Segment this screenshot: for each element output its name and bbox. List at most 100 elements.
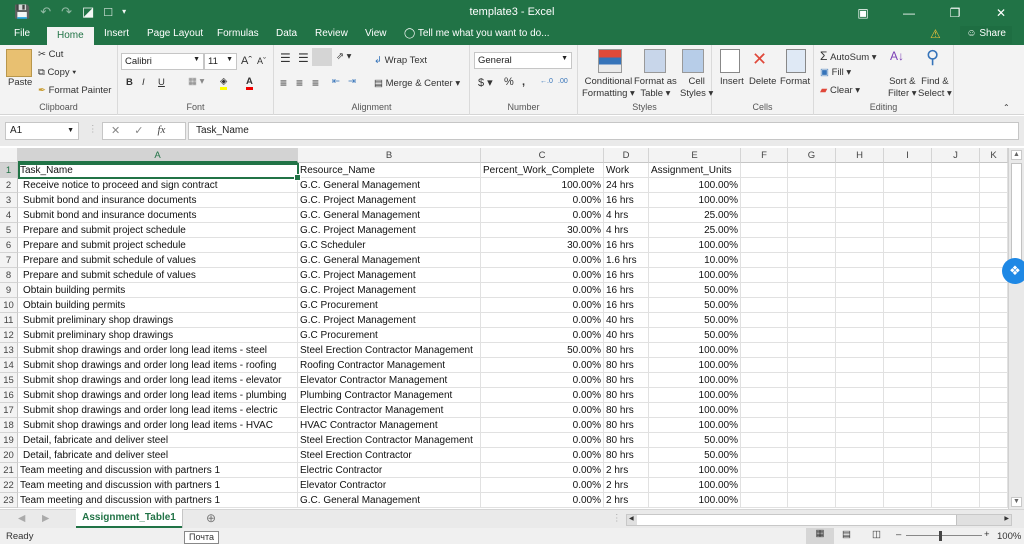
row-header[interactable]: 15 <box>0 373 18 388</box>
cell-c19[interactable]: 0.00% <box>481 433 604 448</box>
cell-h2[interactable] <box>836 178 884 193</box>
cell-i20[interactable] <box>884 448 932 463</box>
align-right-icon[interactable]: ≡ <box>312 76 319 90</box>
cell-f8[interactable] <box>741 268 788 283</box>
cell-g6[interactable] <box>788 238 836 253</box>
find-select-button[interactable]: Find & Select ▾ <box>918 76 952 100</box>
cell-j19[interactable] <box>932 433 980 448</box>
cell-k17[interactable] <box>980 403 1008 418</box>
cell-b13[interactable]: Steel Erection Contractor Management <box>298 343 481 358</box>
cell-b5[interactable]: G.C. Project Management <box>298 223 481 238</box>
cell-h23[interactable] <box>836 493 884 508</box>
cell-f4[interactable] <box>741 208 788 223</box>
cell-c3[interactable]: 0.00% <box>481 193 604 208</box>
cell-k3[interactable] <box>980 193 1008 208</box>
cell-j4[interactable] <box>932 208 980 223</box>
cell-h3[interactable] <box>836 193 884 208</box>
conditional-formatting-button[interactable]: Conditional Formatting ▾ <box>582 76 635 100</box>
cell-c6[interactable]: 30.00% <box>481 238 604 253</box>
horizontal-scrollbar[interactable]: ◀ ▶ <box>626 514 1012 526</box>
zoom-level[interactable]: 100% <box>997 531 1021 542</box>
cell-i19[interactable] <box>884 433 932 448</box>
sort-filter-icon[interactable]: A↓ <box>890 49 904 63</box>
warning-icon[interactable]: ⚠ <box>930 27 941 41</box>
cell-c15[interactable]: 0.00% <box>481 373 604 388</box>
cell-f1[interactable] <box>741 163 788 178</box>
cell-j23[interactable] <box>932 493 980 508</box>
cell-h4[interactable] <box>836 208 884 223</box>
cell-j9[interactable] <box>932 283 980 298</box>
cell-e11[interactable]: 50.00% <box>649 313 741 328</box>
cell-h13[interactable] <box>836 343 884 358</box>
cell-i6[interactable] <box>884 238 932 253</box>
sort-filter-button[interactable]: Sort & Filter ▾ <box>888 76 917 100</box>
cell-a23[interactable]: Team meeting and discussion with partner… <box>18 493 298 508</box>
cell-a10[interactable]: Obtain building permits <box>18 298 298 313</box>
cell-i16[interactable] <box>884 388 932 403</box>
row-header[interactable]: 6 <box>0 238 18 253</box>
cell-e23[interactable]: 100.00% <box>649 493 741 508</box>
column-header-h[interactable]: H <box>836 148 884 163</box>
cell-g12[interactable] <box>788 328 836 343</box>
cell-d8[interactable]: 16 hrs <box>604 268 649 283</box>
cell-a21[interactable]: Team meeting and discussion with partner… <box>18 463 298 478</box>
cell-h8[interactable] <box>836 268 884 283</box>
orientation-icon[interactable]: ⇗ ▾ <box>336 51 351 62</box>
cell-d10[interactable]: 16 hrs <box>604 298 649 313</box>
cell-f14[interactable] <box>741 358 788 373</box>
column-header-b[interactable]: B <box>298 148 481 163</box>
cell-h14[interactable] <box>836 358 884 373</box>
column-header-g[interactable]: G <box>788 148 836 163</box>
row-header[interactable]: 13 <box>0 343 18 358</box>
cell-j20[interactable] <box>932 448 980 463</box>
tab-file[interactable]: File <box>10 28 34 45</box>
cell-h20[interactable] <box>836 448 884 463</box>
cell-a16[interactable]: Submit shop drawings and order long lead… <box>18 388 298 403</box>
row-header[interactable]: 16 <box>0 388 18 403</box>
cell-a4[interactable]: Submit bond and insurance documents <box>18 208 298 223</box>
tab-split-grip-icon[interactable]: ⋮ <box>612 513 622 524</box>
cell-b20[interactable]: Steel Erection Contractor <box>298 448 481 463</box>
decrease-decimal-icon[interactable]: .00 <box>558 78 568 85</box>
cell-e7[interactable]: 10.00% <box>649 253 741 268</box>
cell-k19[interactable] <box>980 433 1008 448</box>
cell-i15[interactable] <box>884 373 932 388</box>
delete-cells-icon[interactable]: ✕ <box>752 49 767 70</box>
cell-b17[interactable]: Electric Contractor Management <box>298 403 481 418</box>
row-header[interactable]: 7 <box>0 253 18 268</box>
paste-icon[interactable] <box>6 49 32 77</box>
cell-g18[interactable] <box>788 418 836 433</box>
cell-d1[interactable]: Work <box>604 163 649 178</box>
cell-f6[interactable] <box>741 238 788 253</box>
cell-k20[interactable] <box>980 448 1008 463</box>
cell-d7[interactable]: 1.6 hrs <box>604 253 649 268</box>
scroll-down-icon[interactable]: ▼ <box>1011 497 1022 507</box>
cell-i13[interactable] <box>884 343 932 358</box>
cell-b9[interactable]: G.C. Project Management <box>298 283 481 298</box>
cell-g16[interactable] <box>788 388 836 403</box>
cell-i5[interactable] <box>884 223 932 238</box>
cell-j1[interactable] <box>932 163 980 178</box>
cell-e12[interactable]: 50.00% <box>649 328 741 343</box>
format-as-table-icon[interactable] <box>644 49 666 73</box>
row-header[interactable]: 17 <box>0 403 18 418</box>
cell-b21[interactable]: Electric Contractor <box>298 463 481 478</box>
format-as-table-button[interactable]: Format as Table ▾ <box>634 76 677 100</box>
cell-g20[interactable] <box>788 448 836 463</box>
column-header-d[interactable]: D <box>604 148 649 163</box>
cell-k2[interactable] <box>980 178 1008 193</box>
cell-i9[interactable] <box>884 283 932 298</box>
tab-page-layout[interactable]: Page Layout <box>143 28 207 45</box>
cell-c14[interactable]: 0.00% <box>481 358 604 373</box>
insert-function-icon[interactable]: fx <box>157 124 165 138</box>
tell-me-box[interactable]: ◯ Tell me what you want to do... <box>404 28 550 39</box>
cell-e20[interactable]: 50.00% <box>649 448 741 463</box>
zoom-in-icon[interactable]: + <box>984 529 990 540</box>
dropbox-icon[interactable]: ❖ <box>1002 258 1024 284</box>
cell-a19[interactable]: Detail, fabricate and deliver steel <box>18 433 298 448</box>
cell-h21[interactable] <box>836 463 884 478</box>
cell-a13[interactable]: Submit shop drawings and order long lead… <box>18 343 298 358</box>
fill-button[interactable]: ▣ Fill ▾ <box>820 67 851 78</box>
cell-k18[interactable] <box>980 418 1008 433</box>
delete-cells-button[interactable]: Delete <box>749 76 776 87</box>
